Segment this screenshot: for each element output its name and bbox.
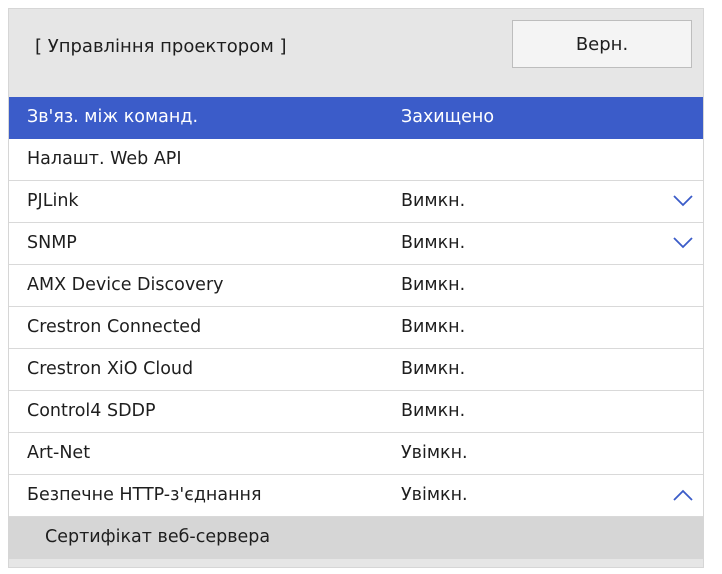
menu-item-value: Увімкн. <box>401 443 468 463</box>
menu-item-label: Control4 SDDP <box>27 401 156 421</box>
menu-item-pjlink[interactable]: PJLink Вимкн. <box>9 181 703 223</box>
menu-item-web-server-certificate[interactable]: Сертифікат веб-сервера <box>9 517 703 559</box>
menu-item-control4-sddp[interactable]: Control4 SDDP Вимкн. <box>9 391 703 433</box>
chevron-down-icon[interactable] <box>672 236 694 250</box>
menu-item-label: SNMP <box>27 233 77 253</box>
menu-item-crestron-connected[interactable]: Crestron Connected Вимкн. <box>9 307 703 349</box>
menu-item-value: Вимкн. <box>401 191 466 211</box>
menu-item-amx-device-discovery[interactable]: AMX Device Discovery Вимкн. <box>9 265 703 307</box>
menu-item-value: Вимкн. <box>401 275 466 295</box>
menu-item-art-net[interactable]: Art-Net Увімкн. <box>9 433 703 475</box>
menu-item-label: Art-Net <box>27 443 91 463</box>
menu-item-crestron-xio-cloud[interactable]: Crestron XiO Cloud Вимкн. <box>9 349 703 391</box>
menu-item-secure-http[interactable]: Безпечне HTTP-з'єднання Увімкн. <box>9 475 703 517</box>
menu-item-label: Crestron Connected <box>27 317 202 337</box>
menu-item-snmp[interactable]: SNMP Вимкн. <box>9 223 703 265</box>
menu-item-label: Сертифікат веб-сервера <box>45 527 271 547</box>
menu-item-value: Захищено <box>401 107 495 127</box>
projector-control-menu: [ Управління проектором ] Верн. Зв'яз. м… <box>8 8 704 568</box>
menu-item-value: Увімкн. <box>401 485 468 505</box>
chevron-down-icon[interactable] <box>672 194 694 208</box>
chevron-up-icon[interactable] <box>672 488 694 502</box>
menu-item-label: PJLink <box>27 191 79 211</box>
back-button[interactable]: Верн. <box>512 20 692 68</box>
menu-item-command-communication[interactable]: Зв'яз. між команд. Захищено <box>9 97 703 139</box>
menu-item-value: Вимкн. <box>401 401 466 421</box>
menu-item-value: Вимкн. <box>401 233 466 253</box>
menu-item-label: Налашт. Web API <box>27 149 182 169</box>
menu-item-value: Вимкн. <box>401 317 466 337</box>
page-title: [ Управління проектором ] <box>35 36 287 57</box>
menu-item-label: AMX Device Discovery <box>27 275 224 295</box>
menu-item-label: Безпечне HTTP-з'єднання <box>27 485 262 505</box>
settings-list: Зв'яз. між команд. Захищено Налашт. Web … <box>9 97 703 559</box>
menu-header: [ Управління проектором ] Верн. <box>9 9 703 92</box>
menu-item-label: Зв'яз. між команд. <box>27 107 199 127</box>
menu-item-label: Crestron XiO Cloud <box>27 359 194 379</box>
menu-item-web-api-settings[interactable]: Налашт. Web API <box>9 139 703 181</box>
menu-item-value: Вимкн. <box>401 359 466 379</box>
